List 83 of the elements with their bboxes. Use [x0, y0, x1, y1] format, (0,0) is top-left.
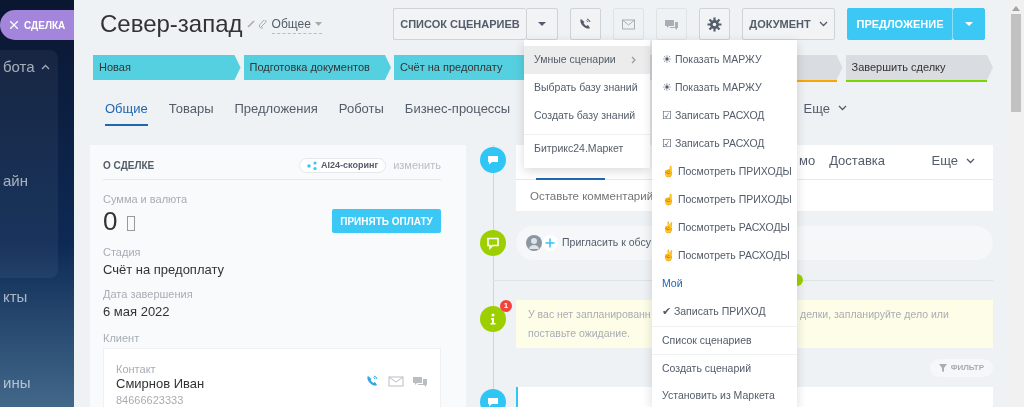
tab[interactable]: Товары [168, 98, 214, 126]
sidebar-item[interactable]: кты [3, 286, 28, 309]
tab[interactable]: Бизнес-процессы [404, 98, 511, 126]
field-label: Дата завершения [103, 287, 194, 302]
active-tab-indicator [536, 178, 605, 180]
caret-icon [965, 22, 973, 26]
tab[interactable]: мо [799, 151, 816, 173]
category-dropdown[interactable]: Общее [271, 14, 322, 34]
notice-text: делки, запланируйте дело или [800, 307, 950, 322]
chevron-up-icon [40, 64, 50, 71]
dropdown-button[interactable] [953, 8, 985, 40]
scoring-badge[interactable]: AI24-скоринг [299, 157, 387, 174]
tab[interactable]: Общие [105, 98, 148, 126]
document-button[interactable]: ДОКУМЕНТ [742, 8, 835, 40]
tab[interactable]: Предложения [234, 98, 318, 126]
menu-item[interactable]: ☑ Записать РАСХОД [652, 102, 797, 130]
field-value: 6 мая 2022 [103, 303, 171, 321]
stage-step[interactable]: Подготовка документов [243, 55, 391, 80]
stage-step[interactable]: Завершить сделку [845, 55, 993, 80]
phone-icon[interactable] [365, 373, 380, 389]
dropdown-button[interactable] [526, 8, 558, 40]
notice-text: поставьте ожидание. [528, 326, 630, 341]
scrollbar-thumb[interactable] [1011, 14, 1021, 112]
menu-item[interactable]: ☀ Показать МАРЖУ [652, 46, 797, 74]
chevron-right-icon [631, 56, 636, 64]
menu-item[interactable]: Список сценариев [652, 326, 797, 354]
notice-text: У вас нет запланированн [528, 307, 651, 322]
menu-section-header[interactable]: Мой [652, 270, 797, 298]
field-label: Контакт [116, 361, 157, 377]
sidebar-item[interactable]: айн [3, 170, 28, 193]
settings-icon [707, 16, 722, 32]
section-title: О СДЕЛКЕ [103, 159, 155, 172]
menu-item[interactable]: Создать сценарий [652, 354, 797, 382]
menu-item[interactable]: Установить из Маркета [652, 382, 797, 407]
field-label: Сумма и валюта [103, 192, 189, 207]
speech-bubble-icon [486, 153, 500, 167]
menu-item[interactable]: Битрикс24.Маркет [524, 134, 650, 162]
menu-item[interactable]: ☑ Записать РАСХОД [652, 130, 797, 158]
contact-name[interactable]: Смирнов Иван [116, 376, 205, 394]
chevron-down-icon [818, 21, 828, 27]
menu-item[interactable]: Создать базу знаний [524, 102, 650, 130]
field-label: Клиент [103, 330, 141, 345]
paperclip-icon[interactable] [258, 19, 268, 29]
missing-glyph-icon [127, 215, 136, 231]
menu-item[interactable]: ✌ Посмотреть РАСХОДЫ [652, 242, 797, 270]
page-title: Север-запад [100, 9, 243, 39]
filter-icon [938, 364, 947, 372]
stage-step[interactable]: Новая [93, 55, 241, 80]
more-tab[interactable]: Еще [803, 98, 847, 126]
menu-item[interactable]: ☀ Показать МАРЖУ [652, 74, 797, 102]
sidebar-item[interactable]: бота [3, 56, 35, 79]
phone-icon [578, 16, 593, 32]
sidebar-item[interactable]: ины [3, 372, 31, 395]
tab[interactable]: Роботы [338, 98, 384, 126]
field-value: Счёт на предоплату [103, 261, 226, 279]
mail-icon[interactable] [388, 373, 404, 389]
amount-value: 0 [103, 206, 118, 237]
speech-bubble-icon [486, 395, 500, 407]
more-tab[interactable]: Еще [931, 151, 975, 173]
icon-button[interactable] [570, 8, 601, 40]
menu-item[interactable]: ✔ Записать ПРИХОД [652, 298, 797, 326]
menu-item[interactable]: ✌ Посмотреть РАСХОДЫ [652, 214, 797, 242]
mail-icon [621, 16, 636, 32]
caret-icon [314, 21, 322, 26]
caret-icon [538, 22, 546, 26]
close-icon [10, 21, 18, 29]
add-icon[interactable] [542, 235, 558, 251]
scenarios-button[interactable]: СПИСОК СЦЕНАРИЕВ [393, 8, 526, 40]
phone-number: 84666623333 [116, 394, 185, 407]
icon-button[interactable] [699, 8, 730, 40]
chevron-down-icon [838, 105, 847, 112]
notification-badge: 1 [500, 300, 512, 312]
field-label: Стадия [103, 245, 142, 260]
invite-text[interactable]: Пригласить к обсу [562, 235, 651, 251]
nodes-icon [307, 161, 317, 170]
scroll-up-icon[interactable] [1012, 6, 1020, 11]
pencil-icon[interactable] [246, 20, 255, 28]
chat-bubble-icon [486, 236, 500, 250]
tab[interactable]: Доставка [829, 151, 885, 173]
menu-item[interactable]: Умные сценарии [524, 46, 650, 74]
avatar [526, 235, 542, 251]
menu-item[interactable]: ☝ Посмотреть ПРИХОДЫ [652, 186, 797, 214]
chevron-down-icon [966, 158, 975, 164]
